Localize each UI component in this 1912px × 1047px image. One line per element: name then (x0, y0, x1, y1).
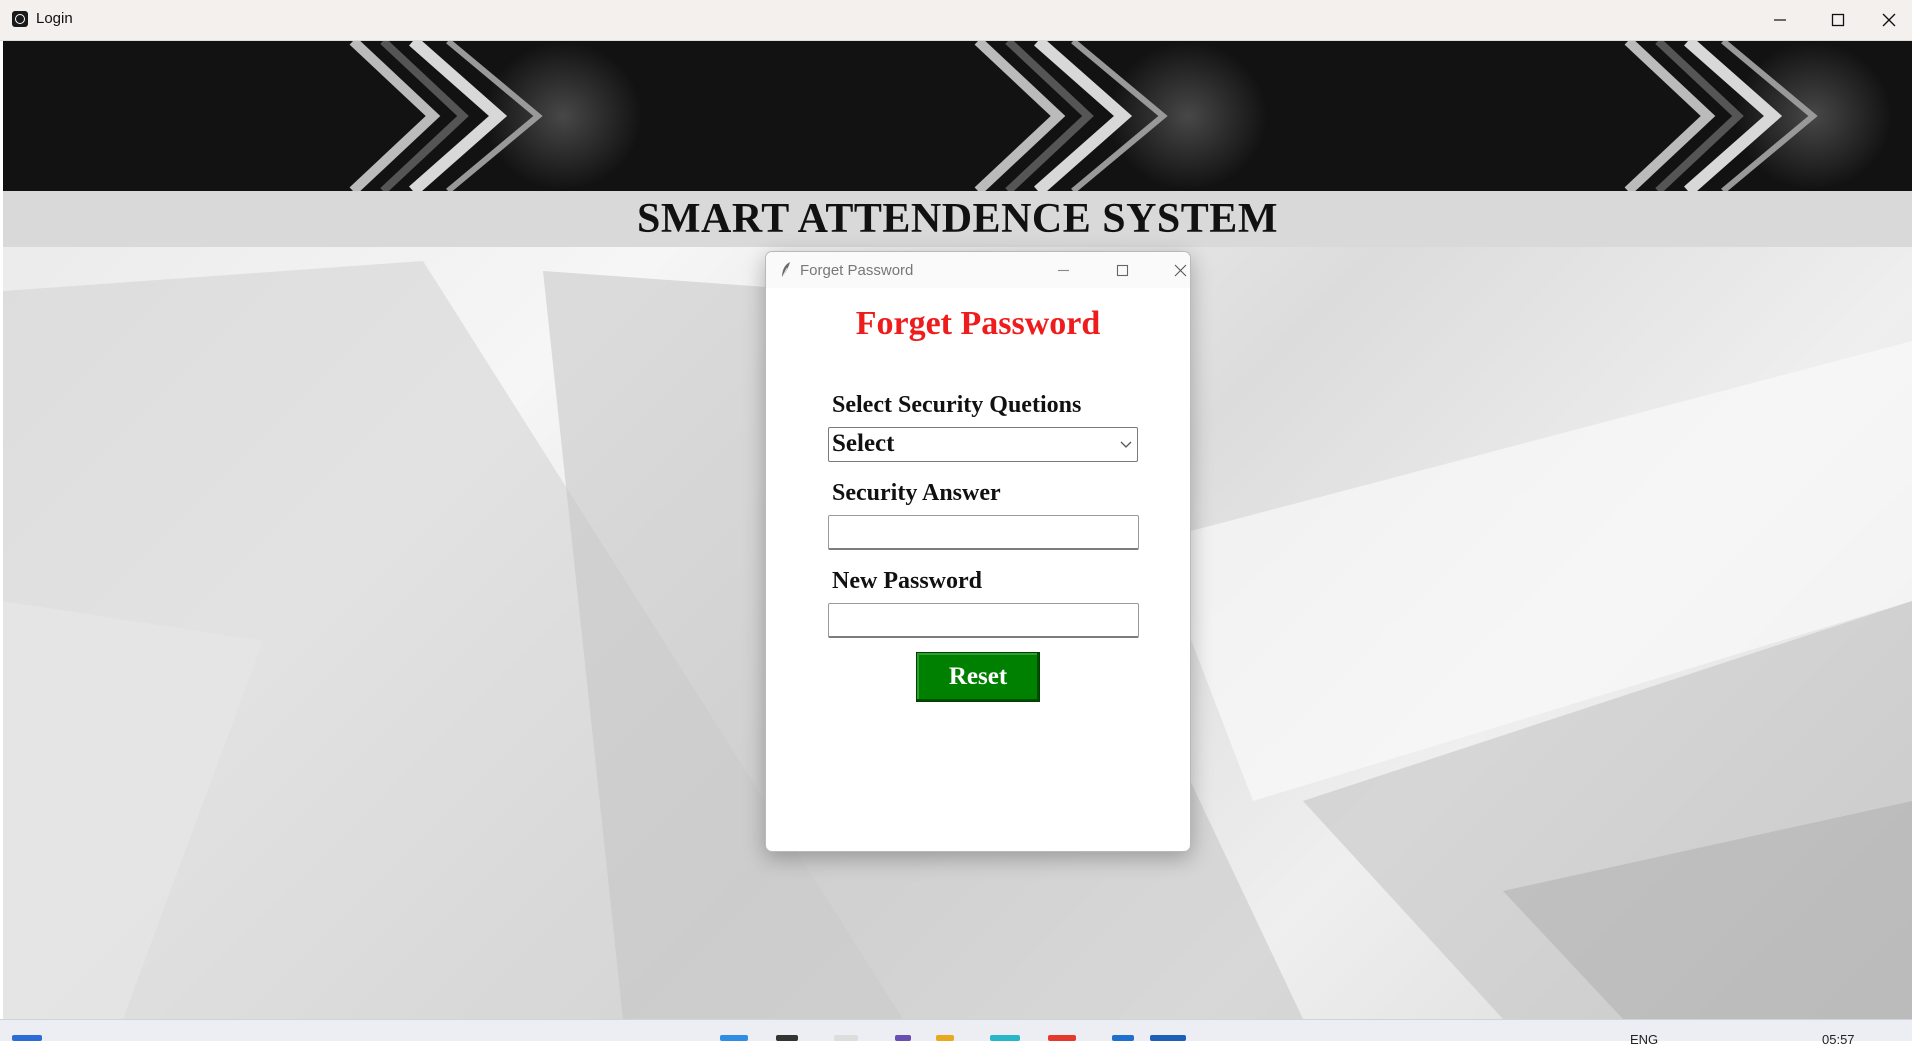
edge-icon[interactable] (990, 1035, 1020, 1041)
security-answer-label: Security Answer (832, 480, 1001, 506)
close-icon[interactable] (1866, 6, 1912, 34)
window-titlebar: Login (0, 0, 1912, 41)
new-password-input[interactable] (828, 603, 1139, 638)
dialog-window-title: Forget Password (800, 262, 914, 279)
chrome-icon[interactable] (1048, 1035, 1076, 1041)
task-view-icon[interactable] (834, 1035, 858, 1041)
dialog-titlebar: Forget Password (766, 252, 1190, 288)
maximize-icon[interactable] (1102, 256, 1142, 284)
new-password-label: New Password (832, 568, 982, 594)
python-app-icon[interactable] (1150, 1035, 1186, 1041)
header-strip: SMART ATTENDENCE SYSTEM (3, 191, 1912, 247)
app-title: SMART ATTENDENCE SYSTEM (637, 196, 1278, 242)
phone-link-icon[interactable] (895, 1035, 911, 1041)
file-explorer-icon[interactable] (936, 1035, 954, 1041)
feather-icon (781, 262, 790, 279)
security-question-select[interactable]: Select (828, 427, 1138, 462)
minimize-icon[interactable] (1757, 6, 1803, 34)
vscode-icon[interactable] (1112, 1035, 1134, 1041)
window-title: Login (36, 10, 73, 27)
start-icon[interactable] (12, 1035, 42, 1041)
security-answer-input[interactable] (828, 515, 1139, 550)
dialog-heading: Forget Password (855, 305, 1101, 342)
app-icon (12, 11, 28, 27)
chevron-down-icon (1120, 441, 1132, 448)
reset-button[interactable]: Reset (916, 652, 1040, 702)
header-banner (3, 41, 1912, 191)
search-icon[interactable] (776, 1035, 798, 1041)
forget-password-dialog: Forget Password Forget Password Select S… (765, 251, 1191, 852)
security-question-selected: Select (832, 430, 895, 457)
windows-icon[interactable] (720, 1035, 748, 1041)
minimize-icon[interactable] (1043, 256, 1083, 284)
maximize-icon[interactable] (1815, 6, 1861, 34)
security-question-label: Select Security Quetions (832, 392, 1082, 418)
close-icon[interactable] (1160, 256, 1190, 284)
taskbar: ENG 05:57 (0, 1019, 1912, 1047)
